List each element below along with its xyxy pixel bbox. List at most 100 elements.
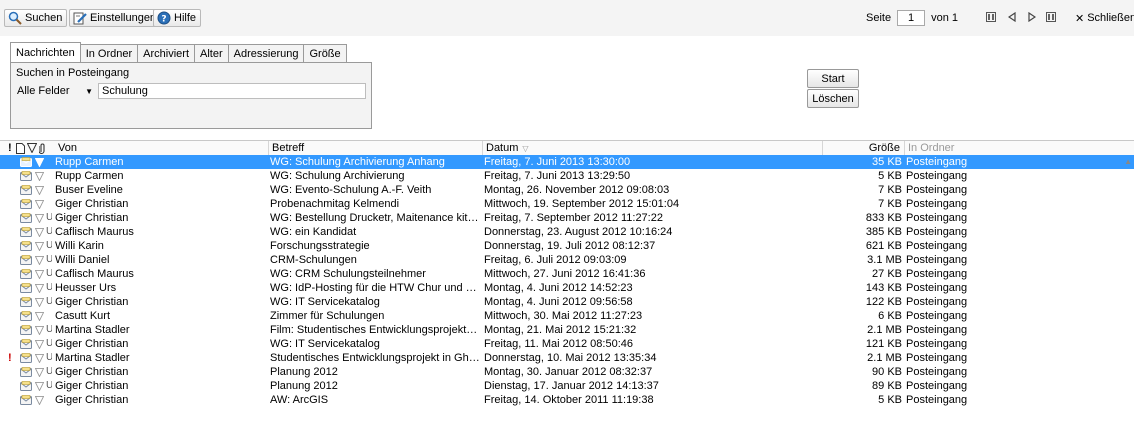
flag-icon[interactable] — [27, 143, 37, 153]
clear-button[interactable]: Löschen — [807, 89, 859, 108]
message-folder: Posteingang — [906, 282, 968, 294]
tab-alter[interactable]: Alter — [194, 44, 229, 62]
page-label: Seite — [866, 12, 892, 24]
message-date: Montag, 4. Juni 2012 09:56:58 — [484, 296, 633, 308]
page-icon[interactable] — [16, 142, 25, 154]
triangle-left-icon — [1008, 12, 1016, 22]
message-size: 2.1 MB — [867, 352, 902, 364]
message-row[interactable]: Rupp Carmen WG: Schulung Archivierung Anh… — [0, 155, 1134, 169]
priority-marker — [8, 211, 16, 225]
search-button[interactable]: Suchen — [4, 9, 68, 27]
filter-tabs: Nachrichten In Ordner Archiviert Alter A… — [10, 42, 347, 62]
attachment-icon: U — [46, 281, 52, 295]
message-row[interactable]: UCaflisch Maurus WG: CRM Schulungsteilneh… — [0, 267, 1134, 281]
scroll-up-arrow-icon[interactable]: ▲ — [1124, 157, 1132, 166]
message-row[interactable]: UGiger Christian WG: IT Servicekatalog Mon… — [0, 295, 1134, 309]
message-folder: Posteingang — [906, 338, 968, 350]
message-row[interactable]: Casutt Kurt Zimmer für Schulungen Mittwoch… — [0, 309, 1134, 323]
message-subject: Planung 2012 — [270, 366, 338, 378]
message-date: Mittwoch, 19. September 2012 15:01:04 — [484, 198, 680, 210]
close-button-label: Schließen — [1087, 12, 1134, 24]
page-number-input[interactable] — [897, 10, 926, 26]
search-query-input[interactable] — [98, 83, 366, 99]
message-folder: Posteingang — [906, 240, 968, 252]
settings-pencil-icon — [73, 12, 87, 25]
message-row[interactable]: ! UMartina Stadler Studentisches Entwicklu… — [0, 351, 1134, 365]
message-sender: Giger Christian — [55, 212, 129, 224]
tab-nachrichten[interactable]: Nachrichten — [10, 42, 81, 62]
message-sender: Giger Christian — [55, 394, 129, 406]
priority-column-header[interactable]: ! — [8, 142, 14, 154]
message-size: 385 KB — [865, 226, 902, 238]
message-row[interactable]: UWilli Karin Forschungsstrategie Donnersta… — [0, 239, 1134, 253]
message-date: Dienstag, 17. Januar 2012 14:13:37 — [484, 380, 659, 392]
first-page-icon — [986, 12, 996, 22]
message-folder: Posteingang — [906, 170, 968, 182]
previous-page-button[interactable] — [1005, 10, 1019, 24]
message-size: 7 KB — [878, 198, 902, 210]
message-sender: Rupp Carmen — [55, 156, 124, 168]
first-page-button[interactable] — [984, 10, 998, 24]
message-date: Freitag, 7. Juni 2013 13:29:50 — [484, 170, 631, 182]
close-button[interactable]: ✕ Schließen — [1075, 9, 1134, 27]
message-size: 5 KB — [878, 170, 902, 182]
tab-in-ordner[interactable]: In Ordner — [79, 44, 139, 62]
message-folder: Posteingang — [906, 212, 968, 224]
message-row[interactable]: UMartina Stadler Film: Studentisches Entw… — [0, 323, 1134, 337]
message-row[interactable]: UHeusser Urs WG: IdP-Hosting für die HTW … — [0, 281, 1134, 295]
message-sender: Willi Daniel — [55, 254, 110, 266]
message-folder: Posteingang — [906, 226, 968, 238]
tab-archiviert[interactable]: Archiviert — [137, 44, 196, 62]
priority-marker — [8, 239, 16, 253]
header-icon-columns: ! — [8, 142, 46, 154]
message-subject: Film: Studentisches Entwicklungsprojekt … — [270, 324, 480, 336]
message-row[interactable]: Buser Eveline WG: Evento-Schulung A.-F. V… — [0, 183, 1134, 197]
message-row[interactable]: UCaflisch Maurus WG: ein Kandidat Donnerst… — [0, 225, 1134, 239]
start-button[interactable]: Start — [807, 69, 859, 88]
attachment-icon: U — [46, 239, 52, 253]
attachment-icon[interactable] — [39, 143, 46, 154]
message-subject: WG: Evento-Schulung A.-F. Veith — [270, 184, 432, 196]
column-header-datum[interactable]: Datum ▽ — [482, 141, 822, 155]
message-date: Montag, 4. Juni 2012 14:52:23 — [484, 282, 633, 294]
message-subject: Studentisches Entwicklungsprojekt in Gha… — [270, 352, 480, 364]
message-subject: Planung 2012 — [270, 380, 338, 392]
message-row[interactable]: UGiger Christian Planung 2012 Montag, 30. … — [0, 365, 1134, 379]
priority-marker: ! — [8, 352, 12, 364]
last-page-icon — [1046, 12, 1056, 22]
message-sender: Giger Christian — [55, 380, 129, 392]
message-row[interactable]: Giger Christian Probenachmitag Kelmendi Mi… — [0, 197, 1134, 211]
help-button[interactable]: ? Hilfe — [153, 9, 202, 27]
last-page-button[interactable] — [1044, 10, 1058, 24]
field-select[interactable]: Alle Felder ▼ — [15, 83, 95, 99]
message-date: Montag, 30. Januar 2012 08:32:37 — [484, 366, 653, 378]
message-size: 6 KB — [878, 310, 902, 322]
tab-adressierung[interactable]: Adressierung — [227, 44, 305, 62]
next-page-button[interactable] — [1025, 10, 1039, 24]
message-size: 7 KB — [878, 184, 902, 196]
message-size: 3.1 MB — [867, 254, 902, 266]
message-size: 90 KB — [872, 366, 902, 378]
message-row[interactable]: UGiger Christian WG: IT Servicekatalog Fre… — [0, 337, 1134, 351]
column-header-ordner[interactable]: In Ordner — [904, 141, 1134, 155]
message-row[interactable]: Giger Christian AW: ArcGIS Freitag, 14. Ok… — [0, 393, 1134, 407]
message-row[interactable]: UWilli Daniel CRM-Schulungen Freitag, 6. J… — [0, 253, 1134, 267]
search-panel: Suchen in Posteingang Alle Felder ▼ — [10, 62, 372, 129]
flag-icon[interactable] — [35, 395, 44, 409]
settings-button[interactable]: Einstellungen — [69, 9, 162, 27]
message-row[interactable]: UGiger Christian Planung 2012 Dienstag, 17… — [0, 379, 1134, 393]
message-subject: Probenachmitag Kelmendi — [270, 198, 400, 210]
column-header-groesse[interactable]: Größe — [822, 141, 904, 155]
column-header-betreff[interactable]: Betreff — [268, 141, 482, 155]
message-size: 833 KB — [865, 212, 902, 224]
message-date: Freitag, 7. Juni 2013 13:30:00 — [484, 156, 631, 168]
column-header-von[interactable]: Von — [55, 141, 270, 155]
priority-marker — [8, 379, 16, 393]
priority-marker — [8, 337, 16, 351]
message-size: 89 KB — [872, 380, 902, 392]
priority-marker — [8, 197, 16, 211]
column-header-von-label: Von — [58, 142, 77, 154]
message-row[interactable]: Rupp Carmen WG: Schulung Archivierung Frei… — [0, 169, 1134, 183]
message-row[interactable]: UGiger Christian WG: Bestellung Drucketr,… — [0, 211, 1134, 225]
tab-groesse[interactable]: Größe — [303, 44, 347, 62]
